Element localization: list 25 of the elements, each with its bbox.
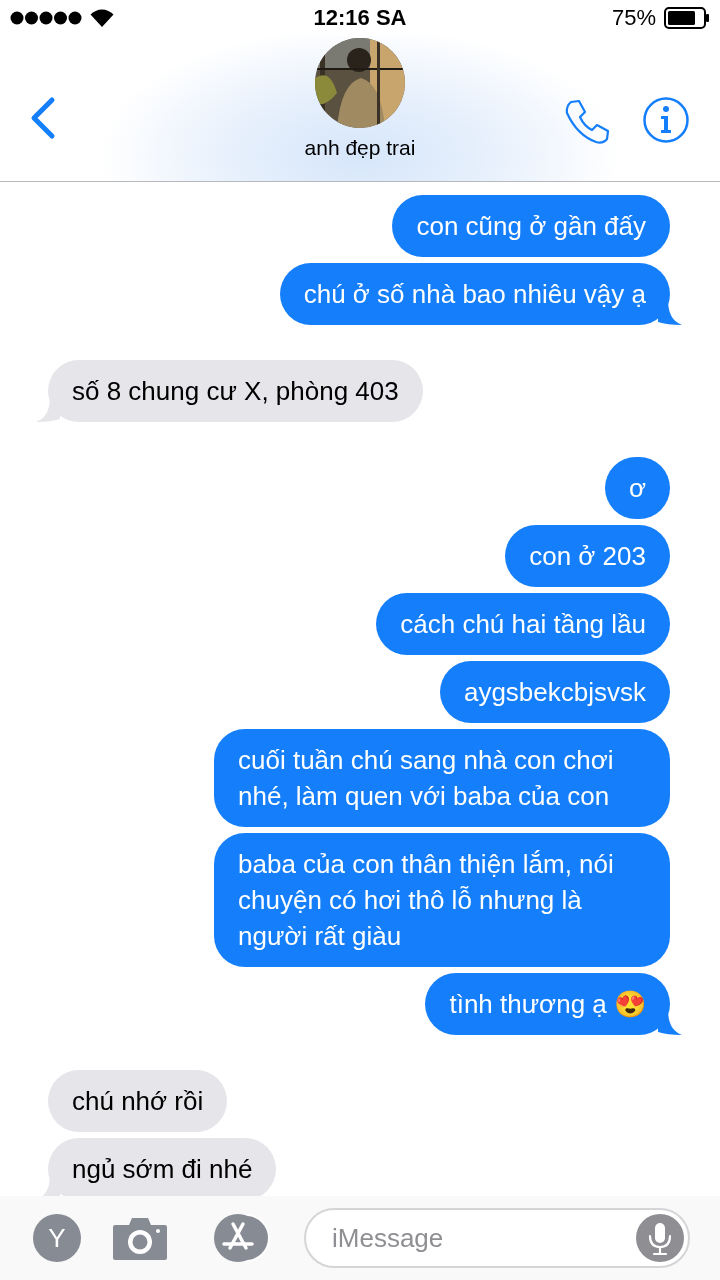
message-bubble: cuối tuần chú sang nhà con chơi nhé, làm quen với baba của con (214, 729, 670, 827)
message-bubble: con ở 203 (505, 525, 670, 587)
phone-icon[interactable] (563, 98, 611, 146)
message-bubble: số 8 chung cư X, phòng 403 (48, 360, 423, 422)
bubble-tail (658, 1009, 682, 1035)
message-bubble: baba của con thân thiện lắm, nói chuyện có hơi thô lỗ nhưng là người rất giàu (214, 833, 670, 967)
wifi-icon (90, 9, 114, 27)
message-bubble: chú ở số nhà bao nhiêu vậy ạ (279, 263, 670, 325)
contact-name: anh đẹp trai (304, 136, 416, 160)
message-bubble: cách chú hai tầng lầu (376, 593, 670, 655)
info-icon[interactable] (642, 96, 690, 144)
message-bubble: ơ (604, 457, 670, 519)
status-time: 12:16 SA (313, 5, 407, 31)
bubble-tail (658, 299, 682, 325)
message-bubble: chú nhớ rồi (48, 1070, 228, 1132)
battery-percent: 75% (611, 5, 656, 31)
camera-icon[interactable] (112, 1215, 168, 1261)
battery-icon (664, 7, 710, 29)
message-input-field[interactable]: iMessage (304, 1208, 690, 1268)
message-bubble: ngủ sớm đi nhé (48, 1138, 277, 1196)
signal-icon (10, 11, 82, 25)
message-bubble: tình thương ạ 😍 (425, 973, 670, 1035)
app-avatar-button[interactable]: Y (33, 1214, 81, 1262)
message-bubble: con cũng ở gần đấy (392, 195, 670, 257)
message-bubble: aygsbekcbjsvsk (439, 661, 670, 723)
